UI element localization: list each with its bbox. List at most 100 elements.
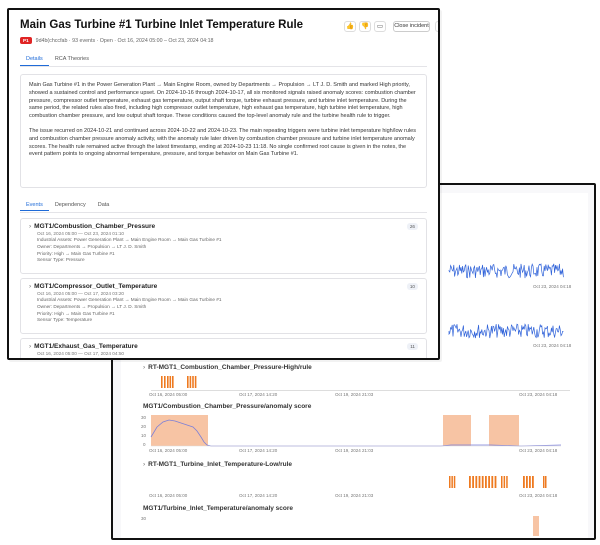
event-name[interactable]: › MGT1/Exhaust_Gas_Temperature <box>29 343 418 350</box>
event-tabs: Events Dependency Data <box>20 200 115 211</box>
rule-bar <box>491 476 494 488</box>
rule-bar <box>187 376 189 388</box>
event-count-badge: 26 <box>406 223 418 230</box>
y-tick: 10 <box>141 433 147 438</box>
chevron-right-icon[interactable]: › <box>143 364 145 371</box>
event-name[interactable]: › MGT1/Compressor_Outlet_Temperature <box>29 283 418 290</box>
rule-bar <box>501 476 503 488</box>
summary-paragraph: Main Gas Turbine #1 in the Power Generat… <box>29 82 416 120</box>
anomaly-score-chart-ccp <box>150 415 562 447</box>
axis-line <box>151 390 570 391</box>
track-title-tit-score[interactable]: MGT1/Turbine_Inlet_Temperature/anomaly s… <box>143 505 293 512</box>
x-tick: Oct 23, 2024 04:18 <box>519 493 558 498</box>
chevron-right-icon[interactable]: › <box>29 343 31 350</box>
event-dates: Oct 16, 2024 05:00 — Oct 17, 2024 04:50 <box>37 351 125 356</box>
rule-bar <box>526 476 528 488</box>
event-name[interactable]: › MGT1/Combustion_Chamber_Pressure <box>29 223 418 230</box>
incident-meta: P1 9d4b(chccfab · 93 events · Open · Oct… <box>20 37 213 44</box>
rule-bar <box>449 476 451 488</box>
priority-badge: P1 <box>20 37 32 44</box>
rule-bar <box>169 376 172 388</box>
rule-bar <box>475 476 478 488</box>
kebab-icon: ⋮ <box>437 23 439 30</box>
thumbs-up-button[interactable]: 👍 <box>344 21 356 32</box>
event-owner: Owner: Departments → Propulsion → LT J. … <box>37 303 147 309</box>
rule-bar <box>529 476 531 488</box>
rule-bar <box>167 376 169 388</box>
x-tick: Oct 23, 2024 04:18 <box>519 392 558 397</box>
track-title-ccp-rule[interactable]: › RT-MGT1_Combustion_Chamber_Pressure-Hig… <box>143 364 312 371</box>
anomaly-band <box>489 415 519 446</box>
monitor-button[interactable]: ▭ <box>374 21 386 32</box>
rule-bar <box>488 476 490 488</box>
main-tabs: Details RCA Theories <box>20 54 95 66</box>
x-tick: Oct 17, 2024 14:20 <box>239 392 278 397</box>
event-sensor-type: Sensor Type: Temperature <box>37 317 93 323</box>
thumbs-up-icon: 👍 <box>345 23 355 30</box>
event-card-compressor-outlet-temperature[interactable]: › MGT1/Compressor_Outlet_Temperature Oct … <box>20 278 427 334</box>
chevron-right-icon[interactable]: › <box>29 223 31 230</box>
rule-bar <box>453 476 456 488</box>
rule-bar <box>189 376 192 388</box>
divider <box>20 212 427 213</box>
event-priority: Priority: High → Main Gas Turbine #1 <box>37 250 115 256</box>
rule-bar <box>172 376 174 388</box>
rule-bars-ccp <box>161 376 197 388</box>
incident-meta-text: 9d4b(chccfab · 93 events · Open · Oct 16… <box>35 37 214 44</box>
top-date-b: Oct 23, 2024 04:18 <box>533 343 572 348</box>
tab-dependency[interactable]: Dependency <box>49 200 92 211</box>
y-tick: 20 <box>141 424 147 429</box>
y-tick: 30 <box>141 516 147 521</box>
rule-bar <box>469 476 471 488</box>
track-title-ccp-score[interactable]: MGT1/Combustion_Chamber_Pressure/anomaly… <box>143 403 311 410</box>
event-card-exhaust-gas-temperature[interactable]: › MGT1/Exhaust_Gas_Temperature Oct 16, 20… <box>20 338 427 358</box>
tab-details[interactable]: Details <box>20 54 49 66</box>
event-assets: Industrial Assets: Power Generation Plan… <box>37 237 222 242</box>
monitor-icon: ▭ <box>376 23 384 30</box>
anomaly-band <box>151 415 208 446</box>
track-title-tit-rule[interactable]: › RT-MGT1_Turbine_Inlet_Temperature-Low/r… <box>143 461 292 468</box>
x-tick: Oct 19, 2024 21:03 <box>335 392 374 397</box>
noise-strip-2 <box>448 323 564 339</box>
event-priority: Priority: High → Main Gas Turbine #1 <box>37 310 115 316</box>
rule-bar <box>532 476 534 488</box>
noise-strip-1 <box>448 263 564 279</box>
rule-bar <box>485 476 487 488</box>
x-tick: Oct 16, 2024 05:00 <box>149 392 188 397</box>
x-tick: Oct 23, 2024 04:18 <box>519 448 558 453</box>
summary-panel: Main Gas Turbine #1 in the Power Generat… <box>20 74 427 188</box>
x-tick: Oct 19, 2024 21:03 <box>335 448 374 453</box>
summary-paragraph: The issue recurred on 2024-10-21 and con… <box>29 127 416 158</box>
rule-bar <box>161 376 163 388</box>
tab-events[interactable]: Events <box>20 200 49 211</box>
close-incident-button[interactable]: Close incident <box>393 21 430 32</box>
anomaly-band <box>533 516 539 536</box>
x-tick: Oct 17, 2024 14:20 <box>239 493 278 498</box>
thumbs-down-button[interactable]: 👎 <box>359 21 371 32</box>
y-tick: 0 <box>143 442 146 447</box>
divider <box>20 66 427 67</box>
rule-bar <box>478 476 481 488</box>
rule-bar <box>481 476 484 488</box>
x-tick: Oct 16, 2024 05:00 <box>149 493 188 498</box>
rule-bar <box>164 376 166 388</box>
x-tick: Oct 19, 2024 21:03 <box>335 493 374 498</box>
rule-bar <box>192 376 194 388</box>
rule-bar <box>451 476 453 488</box>
event-count-badge: 11 <box>407 343 418 350</box>
chevron-right-icon[interactable]: › <box>143 461 145 468</box>
event-card-combustion-chamber-pressure[interactable]: › MGT1/Combustion_Chamber_Pressure Oct 16… <box>20 218 427 274</box>
rule-bar <box>494 476 497 488</box>
rule-bar <box>543 476 545 488</box>
event-sensor-type: Sensor Type: Pressure <box>37 257 85 263</box>
tab-rca-theories[interactable]: RCA Theories <box>49 54 95 66</box>
anomaly-band <box>443 415 471 446</box>
event-dates: Oct 16, 2024 05:00 — Oct 17, 2024 03:20 <box>37 291 125 296</box>
rule-bars-tit <box>449 476 547 488</box>
chevron-right-icon[interactable]: › <box>29 283 31 290</box>
more-options-button[interactable]: ⋮ <box>435 21 439 32</box>
tab-data[interactable]: Data <box>92 200 116 211</box>
event-assets: Industrial Assets: Power Generation Plan… <box>37 297 222 302</box>
rule-bar <box>194 376 197 388</box>
x-tick: Oct 17, 2024 14:20 <box>239 448 278 453</box>
